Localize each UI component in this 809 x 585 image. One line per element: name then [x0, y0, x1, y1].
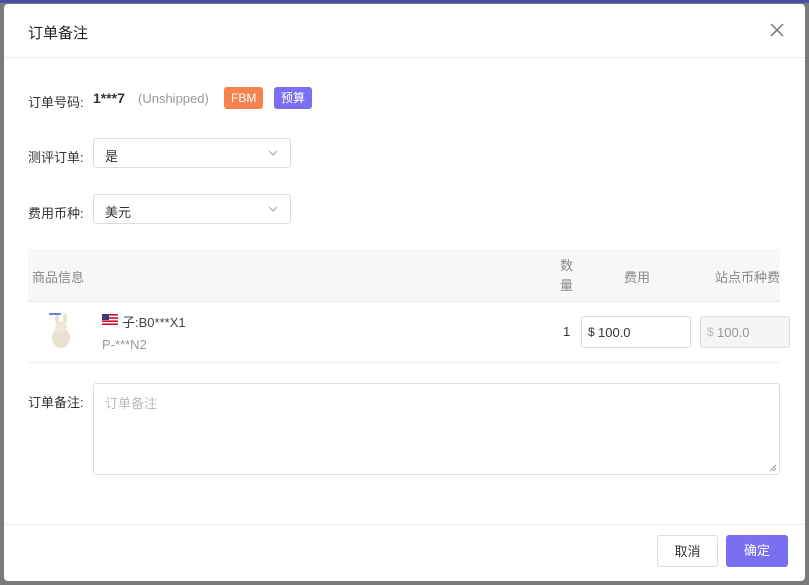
- order-number: 1***7: [93, 90, 125, 106]
- order-status: (Unshipped): [138, 91, 209, 106]
- watermark-logo: 大数跨境: [6, 564, 75, 581]
- table-row: 子:B0***X1 P-***N2 1 $ 100.0 $ 100.0: [28, 302, 790, 363]
- close-icon[interactable]: [767, 20, 787, 40]
- parent-sku: P-***N2: [102, 337, 147, 352]
- dialog-header: 订单备注: [4, 4, 805, 58]
- quantity-value: 1: [563, 324, 571, 339]
- fee-value: 100.0: [598, 325, 631, 340]
- header-quantity: 数 量: [560, 258, 574, 293]
- site-fee-value: 100.0: [717, 325, 750, 340]
- evaluation-label: 测评订单:: [28, 150, 84, 165]
- budget-badge: 预算: [274, 87, 313, 109]
- dialog-title: 订单备注: [28, 25, 89, 42]
- currency-value: 美元: [105, 205, 132, 220]
- remark-placeholder: 订单备注: [105, 396, 158, 411]
- header-site-currency-fee: 站点币种费: [715, 270, 781, 285]
- order-remark-dialog: 订单备注 订单号码: 1***7 (Unshipped) FBM 预算 测评订单…: [4, 4, 805, 581]
- order-number-label: 订单号码:: [28, 95, 84, 110]
- us-flag-icon: [102, 314, 118, 325]
- site-currency-fee-input: $ 100.0: [700, 316, 790, 348]
- evaluation-value: 是: [105, 149, 119, 164]
- evaluation-select[interactable]: 是: [93, 138, 291, 168]
- fee-currency-symbol: $: [588, 325, 595, 339]
- currency-select[interactable]: 美元: [93, 194, 291, 224]
- resize-handle-icon[interactable]: [769, 464, 777, 472]
- child-sku: 子:B0***X1: [122, 315, 186, 330]
- product-thumbnail: [41, 311, 81, 351]
- currency-label: 费用币种:: [28, 206, 84, 221]
- site-currency-symbol: $: [707, 325, 714, 339]
- header-product-info: 商品信息: [32, 270, 85, 285]
- confirm-button[interactable]: 确定: [726, 535, 788, 567]
- fee-input[interactable]: $ 100.0: [581, 316, 691, 348]
- remark-textarea[interactable]: 订单备注: [93, 383, 780, 475]
- product-table-header: 商品信息 数 量 费用 站点币种费: [28, 249, 780, 302]
- fbm-badge: FBM: [224, 87, 264, 109]
- header-fee: 费用: [624, 270, 651, 285]
- dialog-footer: 取消 确定: [4, 524, 805, 581]
- remark-label: 订单备注:: [28, 395, 84, 410]
- window-top-bar: [0, 0, 809, 3]
- cancel-button[interactable]: 取消: [657, 535, 718, 567]
- chevron-down-icon: [268, 206, 278, 212]
- chevron-down-icon: [268, 150, 278, 156]
